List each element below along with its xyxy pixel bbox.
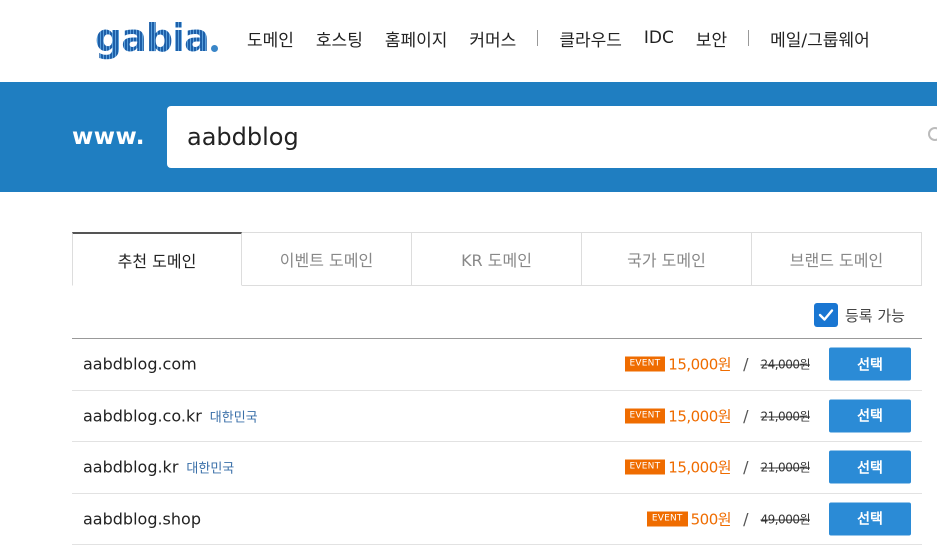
nav-item-homepage[interactable]: 홈페이지 (374, 26, 459, 51)
nav-item-cloud[interactable]: 클라우드 (548, 26, 633, 51)
event-price: 15,000원 (668, 458, 732, 477)
available-label: 등록 가능 (845, 306, 905, 325)
country-label: 대한민국 (209, 410, 258, 426)
domain-name: aabdblog.kr 대한민국 (83, 458, 234, 477)
original-price: 49,000원 (760, 512, 810, 527)
price-separator: / (743, 406, 749, 426)
domain-row: aabdblog.shop EVENT 500원 / 49,000원 선택 (72, 494, 922, 545)
event-badge: EVENT (624, 356, 666, 372)
original-price: 21,000원 (760, 460, 810, 475)
domain-search-input[interactable] (187, 120, 927, 154)
tab-country[interactable]: 국가 도메인 (582, 232, 752, 286)
domain-name-text: aabdblog.co.kr (83, 406, 202, 426)
select-button[interactable]: 선택 (829, 450, 911, 484)
price-area: EVENT 15,000원 / 21,000원 (624, 405, 810, 426)
event-badge: EVENT (624, 408, 666, 424)
nav-item-commerce[interactable]: 커머스 (458, 26, 527, 51)
country-label: 대한민국 (186, 461, 235, 477)
top-header: gabia 도메인 호스팅 홈페이지 커머스 클라우드 IDC 보안 메일/그룹… (0, 0, 937, 82)
nav-item-idc[interactable]: IDC (633, 28, 685, 48)
domain-category-tabs: 추천 도메인 이벤트 도메인 KR 도메인 국가 도메인 브랜드 도메인 (72, 232, 922, 286)
nav-divider (748, 30, 750, 46)
search-box (167, 106, 937, 168)
tab-kr[interactable]: KR 도메인 (412, 232, 582, 286)
price-area: EVENT 500원 / 49,000원 (646, 508, 810, 529)
select-button[interactable]: 선택 (829, 399, 911, 433)
logo-dot (210, 44, 218, 52)
tab-recommended[interactable]: 추천 도메인 (72, 232, 242, 286)
domain-name: aabdblog.shop (83, 509, 201, 528)
select-button[interactable]: 선택 (829, 347, 911, 381)
tab-event[interactable]: 이벤트 도메인 (242, 232, 412, 286)
gabia-logo[interactable]: gabia (95, 16, 218, 60)
price-separator: / (743, 509, 749, 529)
domain-search-band: www. (0, 82, 937, 192)
original-price: 21,000원 (760, 409, 810, 424)
event-badge: EVENT (646, 511, 688, 527)
domain-name: aabdblog.co.kr 대한민국 (83, 406, 258, 425)
domain-name: aabdblog.com (83, 355, 197, 374)
domain-name-text: aabdblog.shop (83, 509, 201, 529)
nav-divider (537, 30, 539, 46)
event-price: 15,000원 (668, 407, 732, 426)
nav-item-hosting[interactable]: 호스팅 (305, 26, 374, 51)
event-price: 15,000원 (668, 355, 732, 374)
nav-item-security[interactable]: 보안 (685, 26, 738, 51)
available-filter[interactable]: 등록 가능 (814, 303, 905, 327)
check-icon (818, 309, 834, 321)
domain-row: aabdblog.kr 대한민국 EVENT 15,000원 / 21,000원 … (72, 442, 922, 494)
domain-name-text: aabdblog.com (83, 354, 197, 374)
event-price: 500원 (690, 510, 732, 529)
search-icon[interactable] (927, 126, 937, 146)
nav-item-mail-groupware[interactable]: 메일/그룹웨어 (759, 26, 881, 51)
nav-item-domain[interactable]: 도메인 (236, 26, 305, 51)
domain-row: aabdblog.co.kr 대한민국 EVENT 15,000원 / 21,00… (72, 391, 922, 442)
price-separator: / (743, 354, 749, 374)
price-separator: / (743, 457, 749, 477)
price-area: EVENT 15,000원 / 21,000원 (624, 457, 810, 478)
logo-text: gabia (95, 16, 210, 60)
original-price: 24,000원 (760, 357, 810, 372)
tab-brand[interactable]: 브랜드 도메인 (752, 232, 922, 286)
domain-row: aabdblog.com EVENT 15,000원 / 24,000원 선택 (72, 339, 922, 391)
event-badge: EVENT (624, 459, 666, 475)
domain-result-list: aabdblog.com EVENT 15,000원 / 24,000원 선택 … (72, 338, 922, 545)
price-area: EVENT 15,000원 / 24,000원 (624, 354, 810, 375)
select-button[interactable]: 선택 (829, 502, 911, 536)
domain-name-text: aabdblog.kr (83, 457, 179, 477)
www-prefix: www. (72, 124, 146, 150)
main-nav: 도메인 호스팅 홈페이지 커머스 클라우드 IDC 보안 메일/그룹웨어 (236, 26, 881, 51)
available-checkbox[interactable] (814, 303, 838, 327)
